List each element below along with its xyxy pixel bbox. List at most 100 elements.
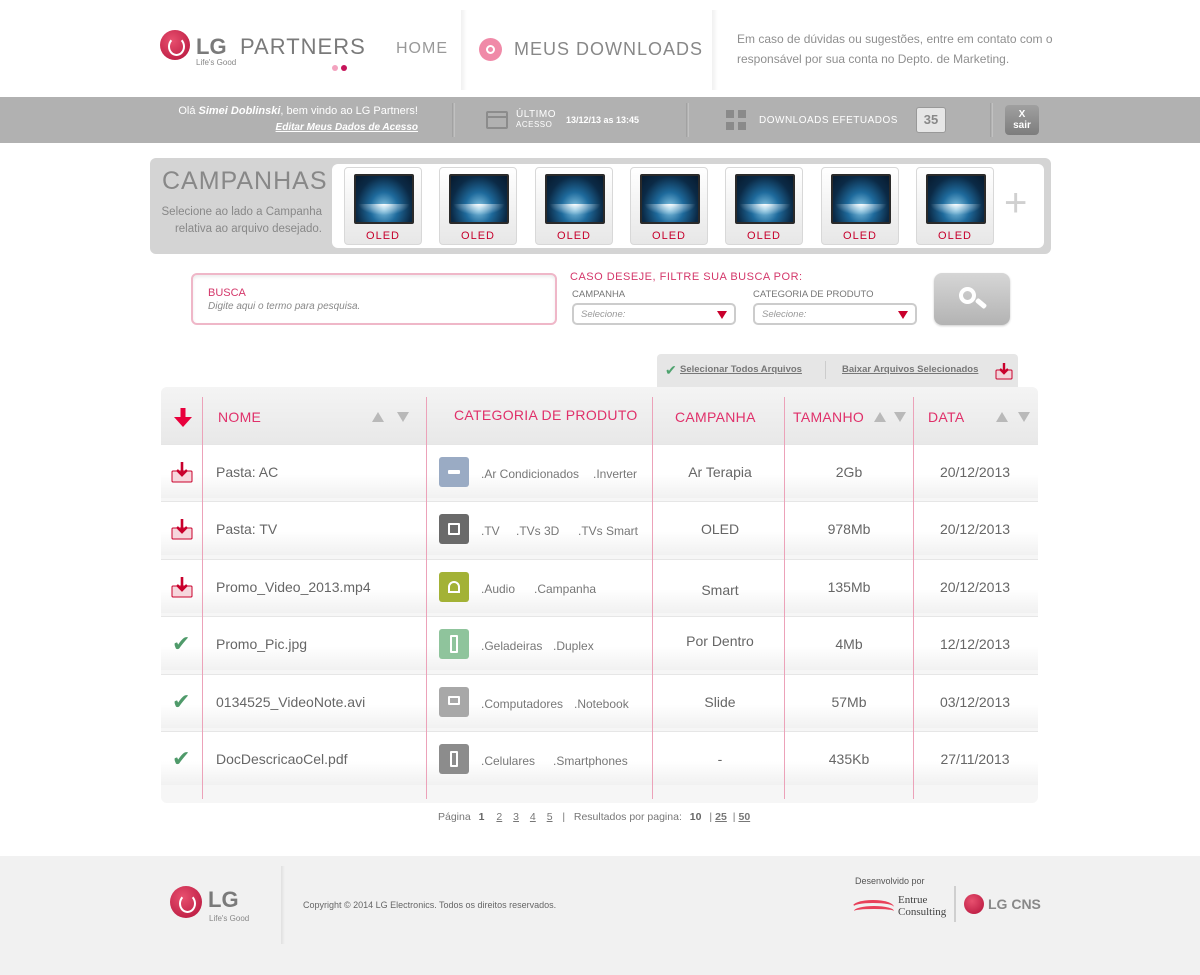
campaign-label: OLED [461,230,495,242]
campaign-thumbnail[interactable]: OLED [630,167,708,245]
table-row[interactable]: ✔ Promo_Pic.jpg .Geladeiras .Duplex Por … [161,616,1038,670]
header: LG PARTNERS Life's Good HOME MEUS DOWNLO… [0,0,1200,97]
sort-asc-icon[interactable] [996,412,1008,422]
download-selected-link[interactable]: Baixar Arquivos Selecionados [842,364,978,375]
column-date-header[interactable]: DATA [928,409,964,425]
lg-cns-logo-icon [964,894,984,914]
logo-dots-icon [332,58,350,76]
edit-account-link[interactable]: Editar Meus Dados de Acesso [140,122,418,133]
column-size-header[interactable]: TAMANHO [793,409,864,425]
campaign-thumbnail[interactable]: OLED [821,167,899,245]
entrue-line1: Entrue [898,894,928,906]
logout-button[interactable]: X sair [1005,105,1039,135]
file-name[interactable]: Pasta: TV [216,521,277,537]
nav-home-link[interactable]: HOME [396,40,448,58]
tv-screen-image [640,174,700,224]
search-input[interactable] [208,301,538,312]
download-file-icon[interactable] [171,461,193,488]
download-target-icon [479,38,502,61]
campaigns-title: CAMPANHAS [162,167,328,195]
sort-desc-icon[interactable] [397,412,409,422]
download-arrow-icon [173,407,193,434]
info-bar: Olá Simei Doblinski, bem vindo ao LG Par… [0,97,1200,143]
chevron-down-icon [717,311,727,319]
more-campaigns-plus-icon[interactable]: + [1004,183,1027,223]
category-filter-label: CATEGORIA DE PRODUTO [753,289,874,300]
campaign-cell: OLED [700,521,740,537]
table-row[interactable]: Pasta: AC .Ar Condicionados .Inverter Ar… [161,444,1038,498]
table-row[interactable]: ✔ DocDescricaoCel.pdf .Celulares .Smartp… [161,731,1038,785]
bar-divider [990,103,993,137]
page-current: 1 [478,811,485,823]
tv-icon [439,514,469,544]
column-divider [652,397,653,799]
developed-by-label: Desenvolvido por [855,876,925,886]
entrue-consulting-logo[interactable]: Entrue Consulting [852,892,948,918]
file-name[interactable]: Promo_Pic.jpg [216,636,307,652]
campaign-filter-label: CAMPANHA [572,289,626,300]
category-tag: .Audio [481,582,516,596]
search-button[interactable] [934,273,1010,325]
sort-asc-icon[interactable] [372,412,384,422]
copyright-text: Copyright © 2014 LG Electronics. Todos o… [303,900,557,910]
campaign-thumbnail[interactable]: OLED [725,167,803,245]
category-select-value: Selecione: [762,309,807,320]
category-select[interactable]: Selecione: [753,303,917,325]
sort-asc-icon[interactable] [874,412,886,422]
download-file-icon[interactable] [171,518,193,545]
search-icon-handle [974,297,988,310]
size-cell: 4Mb [835,636,863,652]
category-tag: .TVs Smart [578,524,639,538]
sort-desc-icon[interactable] [894,412,906,422]
campaign-thumbnail[interactable]: OLED [439,167,517,245]
check-icon: ✔ [172,631,191,656]
download-tray-icon[interactable] [995,362,1013,385]
size-cell: 135Mb [827,579,871,595]
page-link[interactable]: 5 [547,811,553,823]
file-name[interactable]: Promo_Video_2013.mp4 [216,579,371,595]
file-name[interactable]: 0134525_VideoNote.avi [216,694,365,710]
column-campaign-header[interactable]: CAMPANHA [675,409,756,425]
last-access-value: 13/12/13 as 13:45 [566,115,640,125]
select-all-link[interactable]: Selecionar Todos Arquivos [680,364,802,375]
table-row[interactable]: ✔ 0134525_VideoNote.avi .Computadores .N… [161,674,1038,728]
column-divider [426,397,427,799]
ac-icon [439,457,469,487]
download-file-icon[interactable] [171,576,193,603]
lg-cns-logo-text[interactable]: LG CNS [988,896,1041,912]
file-name[interactable]: DocDescricaoCel.pdf [216,751,348,767]
campaign-select[interactable]: Selecione: [572,303,736,325]
campaigns-panel: CAMPANHAS Selecione ao lado a Campanha r… [150,158,1051,254]
size-cell: 435Kb [828,751,870,767]
column-name-header[interactable]: NOME [218,409,261,425]
tv-screen-image [449,174,509,224]
logo-tagline: Life's Good [196,58,237,67]
footer-logo-tagline: Life's Good [209,914,250,923]
files-table: NOME CATEGORIA DE PRODUTO CAMPANHA TAMAN… [161,387,1038,803]
campaign-thumbnail[interactable]: OLED [916,167,994,245]
page-link[interactable]: 4 [530,811,536,823]
lg-partners-logo[interactable]: LG PARTNERS Life's Good [160,30,370,71]
campaign-thumbnail[interactable]: OLED [344,167,422,245]
check-icon: ✔ [665,362,677,378]
date-cell: 20/12/2013 [939,579,1011,595]
campaign-cell: Por Dentro [686,633,754,649]
campaign-label: OLED [747,230,781,242]
per-page-option[interactable]: 50 [738,811,750,823]
file-name[interactable]: Pasta: AC [216,464,278,480]
last-access-subtitle: ACESSO [516,120,553,129]
table-row[interactable]: Promo_Video_2013.mp4 .Audio .Campanha Sm… [161,559,1038,613]
greeting-suffix: , bem vindo ao LG Partners! [280,105,418,117]
campaign-thumbnail[interactable]: OLED [535,167,613,245]
campaign-cell: Slide [704,694,736,710]
page-link[interactable]: 2 [496,811,502,823]
sort-desc-icon[interactable] [1018,412,1030,422]
table-row[interactable]: Pasta: TV .TV .TVs 3D .TVs Smart OLED 97… [161,501,1038,555]
per-page-option[interactable]: 25 [715,811,727,823]
column-divider [202,397,203,799]
nav-divider [461,10,467,90]
campaign-label: OLED [652,230,686,242]
column-divider [784,397,785,799]
page-link[interactable]: 3 [513,811,519,823]
column-category-header[interactable]: CATEGORIA DE PRODUTO [454,407,638,423]
